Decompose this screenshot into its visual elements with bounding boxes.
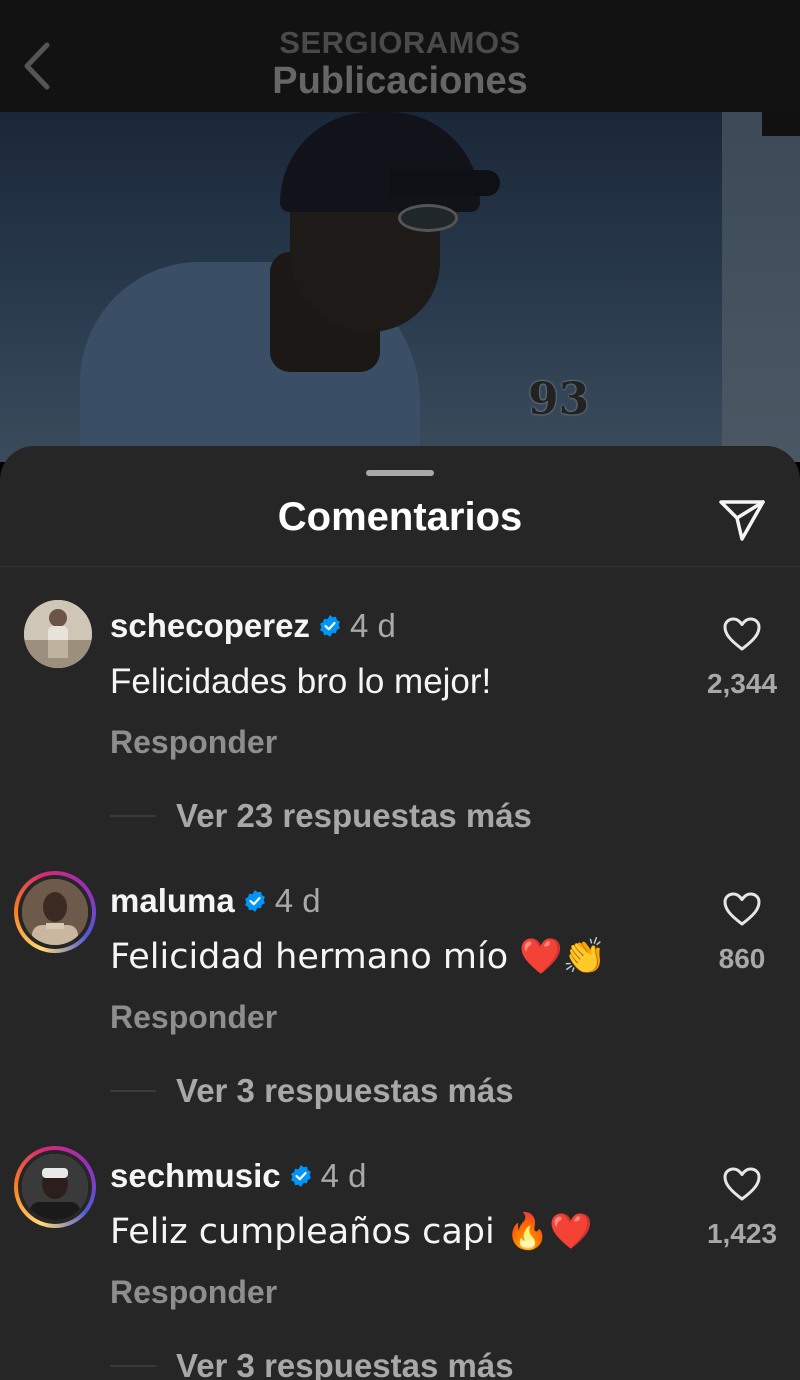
comments-sheet: Comentarios schecoperez 4 d Felicidades … [0,446,800,1380]
comment-header: schecoperez 4 d [110,606,396,646]
background-shadow [762,112,800,136]
comment-username[interactable]: maluma [110,881,235,921]
like-count: 860 [718,943,766,974]
post-image[interactable]: 93 [0,112,800,462]
page-title: Publicaciones [272,60,528,102]
comment-time: 4 d [274,882,321,919]
background-wall [722,112,800,462]
paper-plane-icon [719,500,765,541]
comment-item: schecoperez 4 d Felicidades bro lo mejor… [0,596,800,866]
comment-time: 4 d [320,1157,367,1194]
view-replies-button[interactable]: Ver 3 respuestas más [110,1071,514,1111]
sheet-divider [0,566,800,567]
comment-header: sechmusic 4 d [110,1156,366,1196]
verified-badge-icon [290,1165,311,1187]
comment-time: 4 d [349,607,396,644]
like-button[interactable] [722,891,762,927]
view-replies-button[interactable]: Ver 23 respuestas más [110,796,532,836]
view-replies-label: Ver 23 respuestas más [176,797,532,834]
view-replies-button[interactable]: Ver 3 respuestas más [110,1346,514,1380]
sheet-title: Comentarios [277,495,523,539]
verified-badge-icon [244,890,265,912]
comment-text: Felicidad hermano mío ❤️👏 [110,937,607,977]
avatar[interactable] [14,871,96,953]
reply-button[interactable]: Responder [110,997,277,1037]
comment-item: maluma 4 d Felicidad hermano mío ❤️👏 Res… [0,871,800,1141]
view-replies-label: Ver 3 respuestas más [176,1347,514,1380]
verified-badge-icon [320,615,340,637]
like-count: 1,423 [706,1218,778,1249]
comment-item: sechmusic 4 d Feliz cumpleaños capi 🔥❤️ … [0,1146,800,1380]
comment-username[interactable]: schecoperez [110,606,310,646]
avatar-photo [24,600,92,668]
replies-line [110,1090,156,1092]
reply-button[interactable]: Responder [110,1272,277,1312]
reply-button[interactable]: Responder [110,722,277,762]
nav-titles: SERGIORAMOS Publicaciones [0,25,800,103]
cake-topper: 93 [528,374,590,425]
like-button[interactable] [722,616,762,652]
comment-header: maluma 4 d [110,881,321,921]
comment-text: Feliz cumpleaños capi 🔥❤️ [110,1212,594,1252]
share-button[interactable] [718,498,766,542]
like-button[interactable] [722,1166,762,1202]
heart-icon [723,1167,761,1201]
sheet-grabber[interactable] [366,470,434,476]
replies-line [110,815,156,817]
post-photo-person [80,112,520,462]
profile-username: SERGIORAMOS [279,25,521,60]
heart-icon [723,617,761,651]
replies-line [110,1365,156,1367]
avatar[interactable] [24,600,92,668]
avatar-photo [22,879,88,945]
avatar-photo [22,1154,88,1220]
like-count: 2,344 [706,668,778,699]
heart-icon [723,892,761,926]
comment-username[interactable]: sechmusic [110,1156,281,1196]
avatar[interactable] [14,1146,96,1228]
top-nav-bar: SERGIORAMOS Publicaciones [0,0,800,112]
view-replies-label: Ver 3 respuestas más [176,1072,514,1109]
comment-text: Felicidades bro lo mejor! [110,662,492,701]
